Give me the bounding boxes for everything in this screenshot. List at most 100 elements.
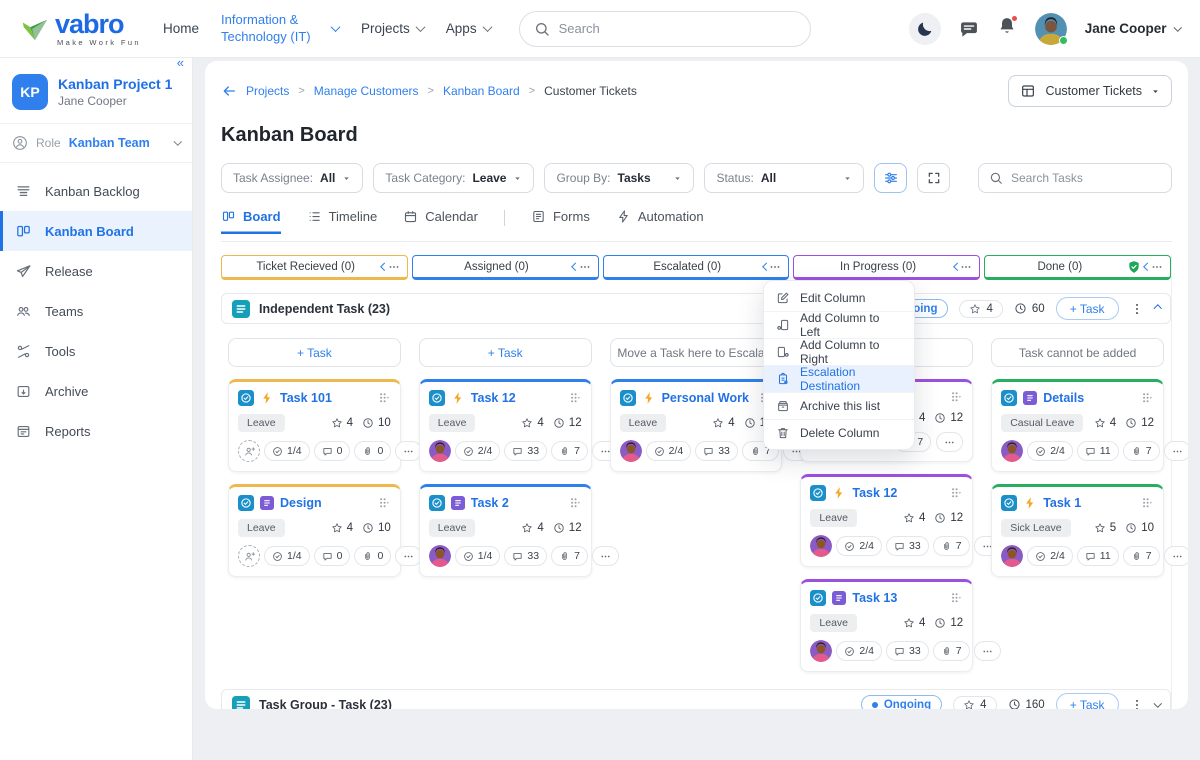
filter-task-category[interactable]: Task Category:Leave	[373, 163, 534, 193]
subtasks-pill[interactable]: 1/4	[264, 546, 310, 566]
nav-department-dropdown[interactable]: Information & Technology (IT)	[221, 12, 339, 45]
project-header[interactable]: KP Kanban Project 1 Jane Cooper	[0, 58, 192, 123]
column-menu-icon[interactable]	[960, 261, 972, 273]
sidebar-item-teams[interactable]: Teams	[0, 291, 192, 331]
attachments-pill[interactable]: 7	[933, 536, 970, 556]
filter-settings-button[interactable]	[874, 163, 907, 193]
role-selector[interactable]: Role Kanban Team	[0, 123, 192, 163]
drag-handle-icon[interactable]	[949, 591, 963, 605]
column-header-in-progress[interactable]: In Progress (0)	[793, 255, 980, 280]
group-menu-icon[interactable]	[1130, 302, 1144, 316]
move-task-drop-hint[interactable]: Move a Task here to Escalate	[610, 338, 783, 367]
comments-pill[interactable]: 11	[1077, 441, 1119, 461]
assign-user-button[interactable]	[238, 440, 260, 462]
vabro-logo[interactable]: vabro Make Work Fun	[20, 11, 141, 47]
column-header-assigned[interactable]: Assigned (0)	[412, 255, 599, 280]
assignee-avatar[interactable]	[1001, 545, 1023, 567]
drag-handle-icon[interactable]	[1140, 391, 1154, 405]
attachments-pill[interactable]: 7	[1123, 441, 1160, 461]
sidebar-item-archive[interactable]: Archive	[0, 371, 192, 411]
subtasks-pill[interactable]: 1/4	[264, 441, 310, 461]
assignee-avatar[interactable]	[429, 545, 451, 567]
breadcrumb-manage-customers[interactable]: Manage Customers	[314, 84, 419, 98]
menu-item-edit-column[interactable]: Edit Column	[764, 284, 914, 311]
sidebar-item-release[interactable]: Release	[0, 251, 192, 291]
column-menu-icon[interactable]	[769, 261, 781, 273]
attachments-pill[interactable]: 7	[551, 546, 588, 566]
sidebar-item-tools[interactable]: Tools	[0, 331, 192, 371]
task-card[interactable]: Task 12 Leave412 2/4337	[800, 474, 973, 567]
task-title-link[interactable]: Personal Work	[662, 391, 753, 405]
assignee-avatar[interactable]	[810, 640, 832, 662]
sidebar-item-reports[interactable]: Reports	[0, 411, 192, 451]
menu-item-archive-this-list[interactable]: Archive this list	[764, 392, 914, 419]
filter-task-assignee[interactable]: Task Assignee:All	[221, 163, 363, 193]
column-header-escalated[interactable]: Escalated (0)	[603, 255, 790, 280]
user-menu[interactable]: Jane Cooper	[1085, 21, 1180, 36]
assignee-avatar[interactable]	[1001, 440, 1023, 462]
task-card[interactable]: Details Casual Leave412 2/4117	[991, 379, 1164, 472]
column-menu-icon[interactable]	[579, 261, 591, 273]
comments-pill[interactable]: 11	[1077, 546, 1119, 566]
subtasks-pill[interactable]: 2/4	[455, 441, 501, 461]
task-card[interactable]: Task 12 Leave412 2/4337	[419, 379, 592, 472]
task-title-link[interactable]: Task 101	[280, 391, 371, 405]
tab-automation[interactable]: Automation	[616, 209, 704, 234]
task-title-link[interactable]: Task 1	[1043, 496, 1134, 510]
fullscreen-button[interactable]	[917, 163, 950, 193]
task-card[interactable]: Task 13 Leave412 2/4337	[800, 579, 973, 672]
attachments-pill[interactable]: 0	[354, 441, 391, 461]
attachments-pill[interactable]: 7	[1123, 546, 1160, 566]
assignee-avatar[interactable]	[429, 440, 451, 462]
subtasks-pill[interactable]: 1/4	[455, 546, 501, 566]
nav-projects-dropdown[interactable]: Projects	[361, 21, 424, 36]
subtasks-pill[interactable]: 2/4	[836, 536, 882, 556]
drag-handle-icon[interactable]	[949, 486, 963, 500]
global-search-input[interactable]	[559, 21, 796, 36]
sidebar-collapse-icon[interactable]: «	[177, 58, 184, 68]
drag-handle-icon[interactable]	[1140, 496, 1154, 510]
more-pill[interactable]	[936, 432, 963, 452]
comments-pill[interactable]: 33	[504, 441, 547, 461]
user-avatar[interactable]	[1035, 13, 1067, 45]
drag-handle-icon[interactable]	[377, 496, 391, 510]
add-task-button[interactable]: + Task	[228, 338, 401, 367]
collapse-group-icon[interactable]	[1153, 305, 1161, 313]
task-search[interactable]	[978, 163, 1172, 193]
tab-timeline[interactable]: Timeline	[307, 209, 378, 234]
add-task-button[interactable]: + Task	[1056, 693, 1119, 709]
drag-handle-icon[interactable]	[377, 391, 391, 405]
task-title-link[interactable]: Design	[280, 496, 371, 510]
attachments-pill[interactable]: 7	[551, 441, 588, 461]
menu-item-add-column-right[interactable]: Add Column to Right	[764, 338, 914, 365]
drag-handle-icon[interactable]	[568, 391, 582, 405]
attachments-pill[interactable]: 7	[933, 641, 970, 661]
attachments-pill[interactable]: 0	[354, 546, 391, 566]
assignee-avatar[interactable]	[810, 535, 832, 557]
task-title-link[interactable]: Task 13	[852, 591, 943, 605]
drag-handle-icon[interactable]	[949, 390, 963, 404]
task-title-link[interactable]: Task 12	[852, 486, 943, 500]
comments-pill[interactable]: 33	[886, 536, 929, 556]
more-pill[interactable]	[1164, 441, 1188, 461]
menu-item-escalation-destination[interactable]: Escalation Destination	[764, 365, 914, 392]
tab-board[interactable]: Board	[221, 209, 281, 234]
tab-forms[interactable]: Forms	[531, 209, 590, 234]
subtasks-pill[interactable]: 2/4	[646, 441, 692, 461]
group-menu-icon[interactable]	[1130, 698, 1144, 710]
breadcrumb-kanban-board[interactable]: Kanban Board	[443, 84, 520, 98]
messages-icon[interactable]	[959, 19, 979, 39]
add-task-button[interactable]: + Task	[419, 338, 592, 367]
task-search-input[interactable]	[1011, 171, 1161, 185]
breadcrumb-projects[interactable]: Projects	[246, 84, 289, 98]
back-arrow-icon[interactable]	[221, 83, 237, 99]
notifications-button[interactable]	[997, 16, 1017, 41]
column-header-ticket-recieved[interactable]: Ticket Recieved (0)	[221, 255, 408, 280]
subtasks-pill[interactable]: 2/4	[1027, 441, 1073, 461]
comments-pill[interactable]: 33	[886, 641, 929, 661]
comments-pill[interactable]: 0	[314, 441, 351, 461]
assign-user-button[interactable]	[238, 545, 260, 567]
expand-group-icon[interactable]	[1153, 699, 1161, 707]
nav-apps-dropdown[interactable]: Apps	[446, 21, 491, 36]
nav-home[interactable]: Home	[163, 21, 199, 36]
